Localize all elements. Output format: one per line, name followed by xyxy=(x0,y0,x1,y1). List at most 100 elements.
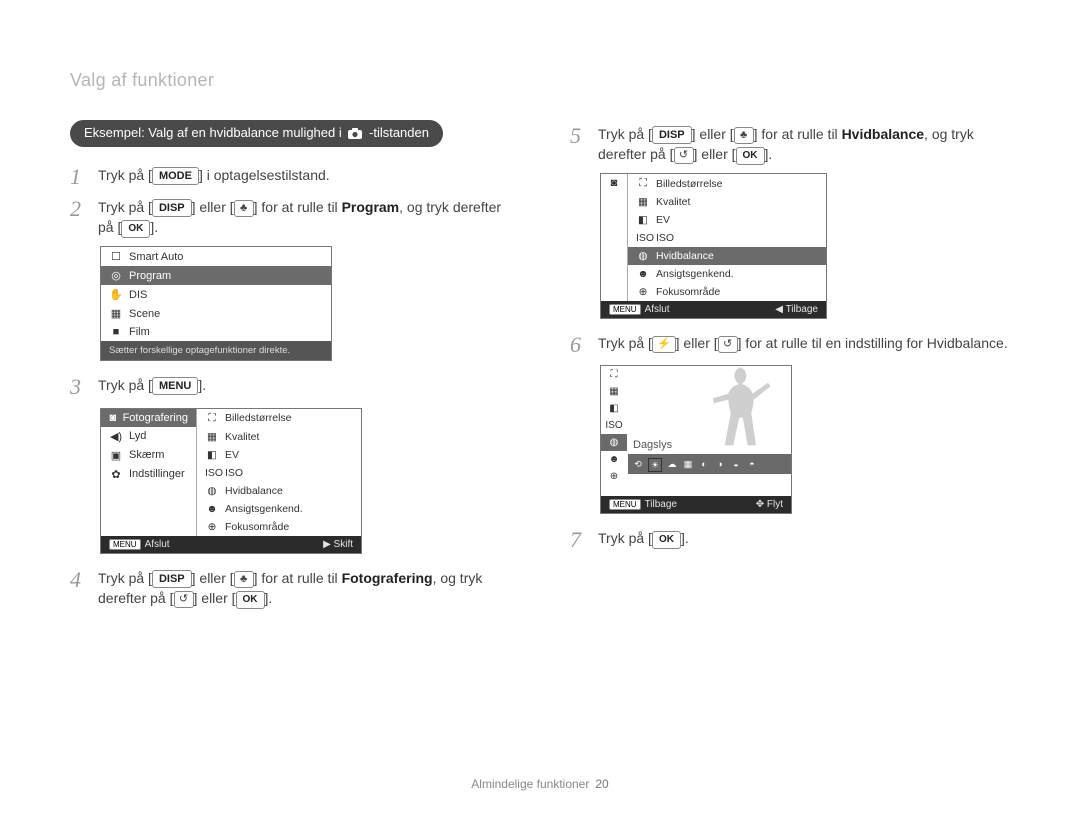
item-label: Ansigtsgenkend. xyxy=(225,503,303,515)
step-body: Tryk på [MODE] i optagelsestilstand. xyxy=(98,165,520,189)
footer-afslut: Afslut xyxy=(145,539,170,550)
right-column: 5 Tryk på [DISP] eller [♣] for at rulle … xyxy=(570,120,1020,617)
item-icon: ⛶ xyxy=(205,412,219,425)
wb-option-icon: ⟲ xyxy=(632,458,644,470)
footer-skift-icon: ▶ xyxy=(323,539,331,550)
disp-button: DISP xyxy=(652,126,692,144)
side-icon: ◍ xyxy=(601,434,627,451)
list-item: ◧ EV xyxy=(628,211,826,229)
ok-button: OK xyxy=(236,591,265,609)
macro-button-icon: ♣ xyxy=(234,200,254,217)
fotografering-bold: Fotografering xyxy=(342,570,433,586)
mode-label: Smart Auto xyxy=(129,251,183,263)
item-label: ISO xyxy=(656,232,674,244)
list-item: ◎Program xyxy=(101,266,331,285)
timer-button-icon: ↺ xyxy=(174,591,194,608)
step-number: 7 xyxy=(570,528,588,552)
example-callout: Eksempel: Valg af en hvidbalance mulighe… xyxy=(70,120,443,147)
side-icon: ◙ xyxy=(601,174,627,192)
list-item: ISO ISO xyxy=(197,464,361,482)
item-label: EV xyxy=(656,214,670,226)
list-item: ▦ Kvalitet xyxy=(197,428,361,446)
list-item: ✋DIS xyxy=(101,285,331,304)
list-item: ☻ Ansigtsgenkend. xyxy=(197,500,361,518)
item-icon: ISO xyxy=(205,467,219,479)
item-icon: ◍ xyxy=(636,250,650,262)
mode-label: Film xyxy=(129,326,150,338)
macro-button-icon: ♣ xyxy=(234,571,254,588)
list-item: ISO ISO xyxy=(628,229,826,247)
footer-skift: Skift xyxy=(334,539,353,550)
item-label: Hvidbalance xyxy=(656,250,714,262)
footer-tilbage-icon: ◀ xyxy=(775,304,783,315)
camera-icon xyxy=(348,127,362,142)
step-body: Tryk på [OK]. xyxy=(598,528,1020,552)
left-column: Eksempel: Valg af en hvidbalance mulighe… xyxy=(70,120,520,617)
ok-button: OK xyxy=(121,220,150,238)
footer-afslut: Afslut xyxy=(645,304,670,315)
step-number: 1 xyxy=(70,165,88,189)
item-label: Fokusområde xyxy=(656,286,720,298)
item-label: Hvidbalance xyxy=(225,485,283,497)
timer-button-icon: ↺ xyxy=(718,336,738,353)
menu-icon: MENU xyxy=(109,539,141,550)
item-label: ISO xyxy=(225,467,243,479)
list-item: ◙Fotografering xyxy=(101,409,196,427)
item-icon: ⊕ xyxy=(205,521,219,533)
item-label: Lyd xyxy=(129,430,146,442)
page-footer: Almindelige funktioner20 xyxy=(0,777,1080,791)
side-icon: ⛶ xyxy=(601,366,627,383)
section-title: Valg af funktioner xyxy=(70,70,214,91)
wb-option-icon: ◐ xyxy=(698,458,710,470)
disp-button: DISP xyxy=(152,570,192,588)
item-icon: ◍ xyxy=(205,485,219,497)
mode-button: MODE xyxy=(152,167,199,185)
mode-icon: ▦ xyxy=(109,307,123,320)
mode-list-panel: ☐Smart Auto◎Program✋DIS ▦ Scene ■FilmSætter… xyxy=(100,246,332,361)
list-item: ✿ Indstillinger xyxy=(101,465,196,484)
item-label: Indstillinger xyxy=(129,468,185,480)
footer-flyt: Flyt xyxy=(767,499,783,510)
item-label: Kvalitet xyxy=(225,431,259,443)
list-item: ▦Kvalitet xyxy=(628,193,826,211)
menu-panel: ◙Fotografering◀)Lyd▣Skærm✿Indstillinger … xyxy=(100,408,362,554)
wb-option-icon: ◓ xyxy=(746,458,758,470)
wb-label: Dagslys xyxy=(627,436,791,454)
footer-flyt-icon: ✥ xyxy=(756,499,764,510)
item-label: Skærm xyxy=(129,449,164,461)
item-icon: ISO xyxy=(636,232,650,244)
step-body: Tryk på [DISP] eller [♣] for at rulle ti… xyxy=(98,197,520,238)
page-number: 20 xyxy=(595,777,608,791)
hvidbalance-bold: Hvidbalance xyxy=(842,126,924,142)
list-item: ⛶Billedstørrelse xyxy=(197,409,361,428)
item-icon: ☻ xyxy=(636,268,650,280)
item-icon: ⊕ xyxy=(636,286,650,298)
item-icon: ☻ xyxy=(205,503,219,515)
menu-icon: MENU xyxy=(609,499,641,510)
item-icon: ✿ xyxy=(109,468,123,481)
list-item: ⊕ Fokusområde xyxy=(628,283,826,301)
item-label: Billedstørrelse xyxy=(656,178,723,190)
footer-tilbage: Tilbage xyxy=(786,304,818,315)
item-label: Ansigtsgenkend. xyxy=(656,268,734,280)
wb-option-icon: ▦ xyxy=(682,458,694,470)
item-icon: ◧ xyxy=(636,214,650,226)
side-icon: ◧ xyxy=(601,400,627,417)
whitebalance-panel: ⛶▦◧ISO◍☻⊕ Dagslys ⟲☀☁▦◐◑◒◓ MENUTilbage ✥… xyxy=(600,365,792,514)
mode-description: Sætter forskellige optagefunktioner dire… xyxy=(101,341,331,360)
list-item: ◍ Hvidbalance xyxy=(628,247,826,265)
mode-label: Scene xyxy=(129,308,160,320)
camera-icon: ◙ xyxy=(609,177,619,189)
list-item: ⛶Billedstørrelse xyxy=(628,174,826,193)
mode-icon: ◎ xyxy=(109,269,123,282)
item-label: Fokusområde xyxy=(225,521,289,533)
step-number: 5 xyxy=(570,124,588,165)
wb-option-icon: ☁ xyxy=(666,458,678,470)
timer-button-icon: ↺ xyxy=(674,147,694,164)
item-icon: ▦ xyxy=(636,196,650,208)
ok-button: OK xyxy=(652,531,681,549)
list-item: ■Film xyxy=(101,323,331,341)
mode-label: DIS xyxy=(129,289,147,301)
list-item: ☐Smart Auto xyxy=(101,247,331,266)
item-icon: ▦ xyxy=(205,431,219,443)
